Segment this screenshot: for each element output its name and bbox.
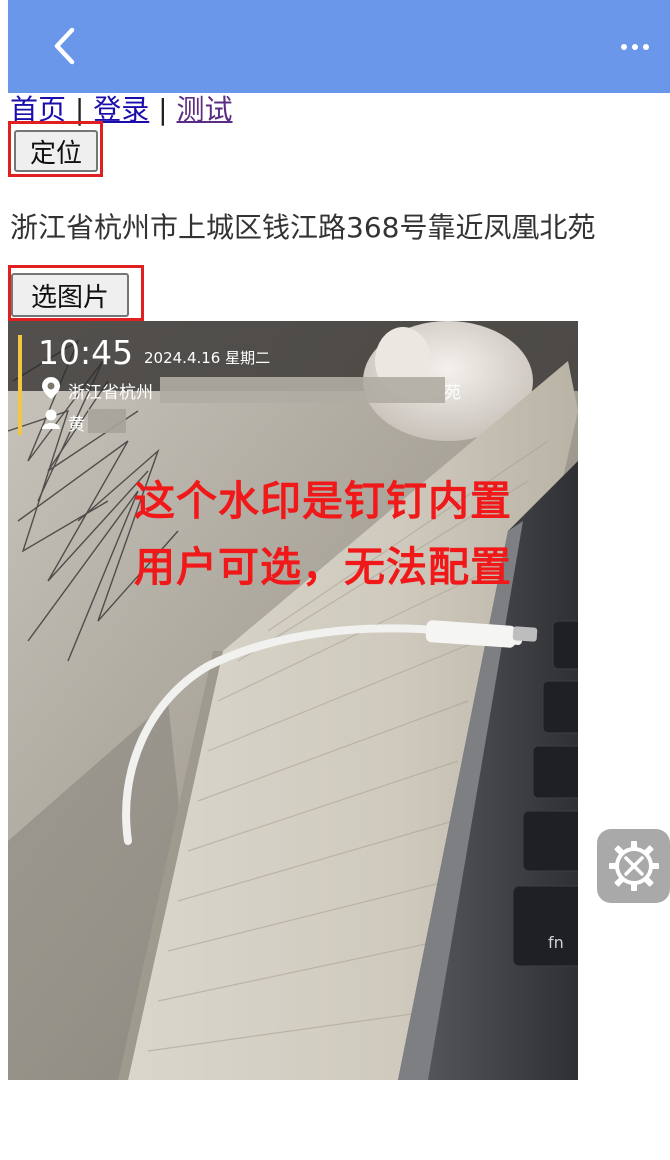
annotation-line-1: 这个水印是钉钉内置 (134, 477, 512, 525)
watermark-date: 2024.4.16 星期二 (144, 349, 271, 367)
watermark-location-prefix: 浙江省杭州 (68, 383, 153, 403)
chevron-left-icon (54, 27, 75, 65)
settings-tools-icon (608, 841, 659, 891)
floating-tools-button[interactable] (597, 829, 670, 903)
annotation-line-2: 用户可选，无法配置 (134, 543, 512, 591)
top-nav-bar (8, 0, 670, 93)
watermark-time: 10:45 (38, 333, 134, 372)
watermark-user: 黄 (68, 415, 85, 435)
address-text: 浙江省杭州市上城区钱江路368号靠近凤凰北苑 (10, 211, 596, 244)
photo-scene: fn (8, 321, 578, 1080)
pick-image-button[interactable]: 选图片 (11, 273, 129, 317)
redaction-blur (160, 377, 445, 403)
page-edge (0, 0, 8, 1160)
link-separator: | (149, 93, 177, 126)
redaction-blur (88, 409, 126, 433)
watermark-accent (18, 335, 22, 435)
more-dots-icon (621, 44, 627, 50)
watermark-location-suffix: 苑 (444, 383, 461, 403)
test-link[interactable]: 测试 (177, 93, 233, 126)
back-button[interactable] (42, 24, 86, 68)
fn-key-label: fn (548, 933, 564, 952)
more-menu-button[interactable] (610, 30, 660, 64)
selected-photo: fn 10:45 2024.4.16 星期二 浙江省杭州 苑 黄 这个水印是钉钉… (8, 321, 578, 1080)
locate-button[interactable]: 定位 (14, 130, 98, 172)
